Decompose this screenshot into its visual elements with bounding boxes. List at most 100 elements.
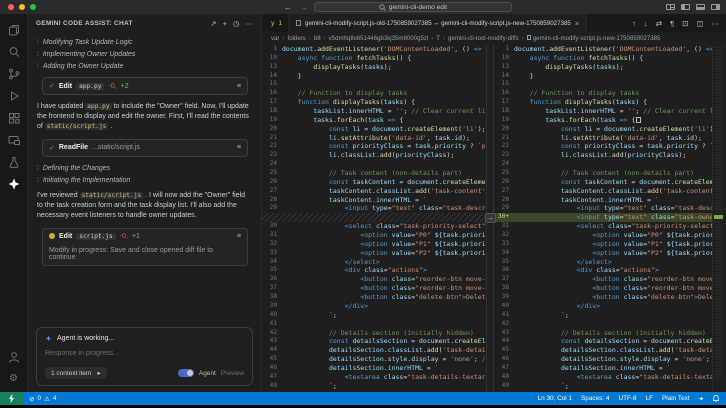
breadcrumb[interactable]: var › folders › b8 › v5dmhq8s651446gb3kj35m800… (262, 32, 726, 45)
code-line[interactable]: 16 // Function to display tasks (494, 89, 712, 98)
context-items-button[interactable]: 1 context item ▸ (45, 367, 107, 379)
code-line[interactable]: 20 const li = document.createElement('li… (262, 125, 486, 134)
code-line[interactable]: 40 </div> (494, 302, 712, 311)
extensions-icon[interactable] (6, 110, 21, 125)
notifications-bell-icon[interactable] (713, 395, 719, 402)
code-line[interactable]: 13 displayTasks(tasks); (262, 63, 486, 72)
code-line[interactable]: 10 async function fetchTasks() { (494, 54, 712, 63)
code-line[interactable]: 38 <button class="delete-btn">Delete</bu… (262, 293, 486, 302)
code-line[interactable]: 36 <div class="actions"> (494, 266, 712, 275)
code-line[interactable]: 29 <input type="text" class="task-descri… (494, 204, 712, 213)
customize-layout-icon[interactable] (666, 4, 675, 10)
nav-back-icon[interactable]: ← (284, 3, 292, 12)
minimize-window-button[interactable] (19, 4, 25, 10)
code-line[interactable]: 14 } (494, 72, 712, 81)
testing-icon[interactable] (6, 154, 21, 169)
history-icon[interactable]: ◷ (233, 19, 240, 28)
toggle-panel-icon[interactable] (696, 4, 705, 10)
toggle-sidebar-icon[interactable] (681, 4, 690, 10)
code-line[interactable]: 33 <option value="P2" ${task.priority (262, 249, 486, 258)
code-line[interactable]: 26 const taskContent = document.createEl… (262, 178, 486, 187)
breadcrumb-item[interactable]: b8 (314, 35, 321, 42)
code-line[interactable]: 29 <input type="text" class="task-descri… (262, 204, 486, 213)
code-line[interactable]: 17 function displayTasks(tasks) { (494, 98, 712, 107)
code-line[interactable]: 23 li.classList.add(priorityClass); (494, 151, 712, 160)
code-line[interactable]: 36 <button class="reorder-btn move-up" (262, 275, 486, 284)
code-line[interactable]: 42 (494, 320, 712, 329)
new-chat-icon[interactable]: + (223, 19, 227, 28)
code-line[interactable]: 27 taskContent.classList.add('task-conte… (262, 187, 486, 196)
nav-forward-icon[interactable]: → (300, 3, 308, 12)
live-preview-icon[interactable] (6, 132, 21, 147)
more-actions-icon[interactable]: ⋯ (712, 19, 720, 28)
code-line[interactable]: 16 // Function to display tasks (262, 89, 486, 98)
settings-gear-icon[interactable]: ⚙ (6, 371, 21, 386)
code-line[interactable]: 44 detailsSection.classList.add('task-de… (262, 346, 486, 355)
code-line[interactable]: 18 taskList.innerHTML = ''; // Clear cur… (262, 107, 486, 116)
expand-card-icon[interactable]: ≡ (237, 233, 241, 240)
code-line[interactable]: 31 <select class="task-priority-select"> (494, 222, 712, 231)
minimap[interactable] (712, 45, 726, 392)
code-line[interactable]: 43 const detailsSection = document.creat… (262, 337, 486, 346)
close-tab-icon[interactable]: × (575, 19, 579, 28)
code-line[interactable]: 39 <button class="delete-btn">Delete</bu… (494, 293, 712, 302)
code-line[interactable]: 35 <div class="actions"> (262, 266, 486, 275)
code-line[interactable]: 41 (262, 320, 486, 329)
code-line[interactable]: 49 `; (494, 382, 712, 391)
code-line[interactable]: 47 <textarea class="task-details-textare… (262, 373, 486, 382)
source-control-icon[interactable] (6, 66, 21, 81)
tool-call-card[interactable]: ✓ Edit app.py -0, +2 ≡ (42, 77, 248, 95)
breadcrumb-item[interactable]: folders (288, 35, 306, 42)
thread-topic-item[interactable]: ∶ Defining the Changes (37, 164, 251, 172)
code-line[interactable]: 10 async function fetchTasks() { (262, 54, 486, 63)
code-line[interactable]: 26 const taskContent = document.createEl… (494, 178, 712, 187)
code-line[interactable]: 22 const priorityClass = task.priority ?… (262, 142, 486, 151)
split-editor-icon[interactable]: ◫ (696, 19, 703, 28)
tool-call-card[interactable]: ✓ ReadFile ...static/script.js ≡ (42, 138, 248, 157)
problems-summary[interactable]: ⊘ 0 ⚠ 4 (29, 395, 56, 403)
agent-mode-toggle[interactable] (177, 369, 194, 377)
diff-sash[interactable]: → (485, 45, 496, 392)
code-line[interactable]: 32 <option value="P1" ${task.priority (262, 240, 486, 249)
code-line[interactable]: 24 (494, 160, 712, 169)
code-line[interactable]: 34 </select> (262, 258, 486, 267)
remote-indicator[interactable] (0, 392, 23, 405)
code-line[interactable]: 18 taskList.innerHTML = ''; // Clear cur… (494, 107, 712, 116)
code-line[interactable]: 48 `; (262, 382, 486, 391)
close-window-button[interactable] (8, 4, 14, 10)
code-line[interactable]: 19 tasks.forEach(task => { (494, 116, 712, 125)
status-item[interactable]: Spaces: 4 (581, 395, 609, 402)
code-line[interactable]: 25 // Task content (non-details part) (494, 169, 712, 178)
run-debug-icon[interactable] (6, 88, 21, 103)
diff-filler-row[interactable] (262, 213, 486, 223)
diff-pane-modified[interactable]: 1 document.addEventListener('DOMContentLo… (494, 45, 712, 392)
gemini-status-icon[interactable]: ✦ (699, 395, 704, 403)
code-line[interactable]: 44 const detailsSection = document.creat… (494, 337, 712, 346)
explorer-icon[interactable] (6, 22, 21, 37)
thread-topic-item[interactable]: ∶ Initiating the Implementation (37, 176, 251, 184)
breadcrumb-item[interactable]: var (271, 35, 279, 42)
render-whitespace-icon[interactable]: ¶ (670, 19, 674, 28)
open-file-icon[interactable]: ⊡ (682, 19, 688, 28)
code-line[interactable]: 25 // Task content (non-details part) (262, 169, 486, 178)
command-center-search[interactable]: gemini-cli-demo edit (314, 2, 512, 12)
toggle-secondary-sidebar-icon[interactable] (711, 4, 720, 10)
code-line[interactable]: 45 detailsSection.style.display = 'none'… (262, 355, 486, 364)
account-icon[interactable] (6, 349, 21, 364)
tab-app-py-partial[interactable]: y 1 (262, 14, 289, 32)
code-line[interactable]: 43 // Details section (initially hidden) (494, 329, 712, 338)
chat-input-placeholder[interactable]: Response in progress... (45, 350, 244, 357)
gemini-code-assist-icon[interactable] (6, 176, 21, 191)
code-line[interactable]: 41 `; (494, 311, 712, 320)
code-line[interactable]: 20 const li = document.createElement('li… (494, 125, 712, 134)
previous-change-icon[interactable]: ↑ (632, 19, 636, 28)
breadcrumb-item[interactable]: gemini-cli-modify-script.js-new-17508590… (526, 35, 660, 42)
code-line[interactable]: 22 const priorityClass = task.priority ?… (494, 142, 712, 151)
code-line[interactable]: 1 document.addEventListener('DOMContentLo… (262, 45, 486, 54)
expand-card-icon[interactable]: ≡ (237, 144, 241, 151)
apply-change-arrow-button[interactable]: → (485, 213, 496, 223)
code-line[interactable]: 33 <option value="P1" ${task.priority (494, 240, 712, 249)
code-line[interactable]: 28 taskContent.innerHTML = ` (494, 196, 712, 205)
tab-diff-active[interactable]: gemini-cli-modify-script.js-old-17508590… (289, 14, 588, 32)
thread-topic-item[interactable]: ∶ Adding the Owner Update (37, 62, 251, 70)
